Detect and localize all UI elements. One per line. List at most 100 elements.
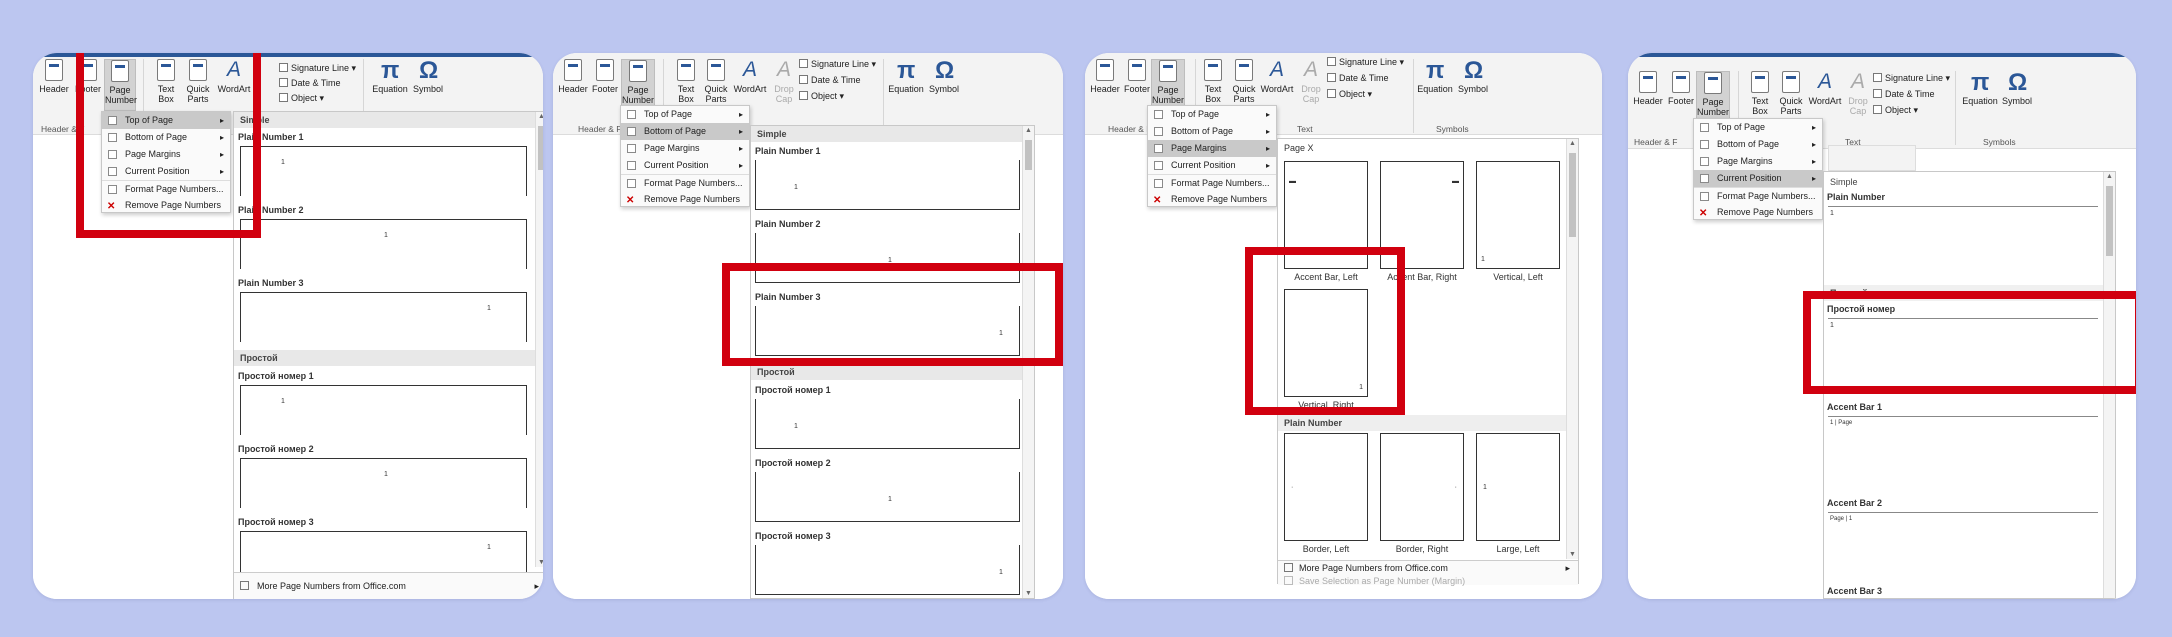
quick-parts-button[interactable]: Quick Parts: [1229, 59, 1259, 104]
menu-remove-page-numbers[interactable]: ✕ Remove Page Numbers: [1694, 204, 1822, 221]
menu-top-of-page[interactable]: Top of Page ▸: [1148, 106, 1276, 123]
page-number-button[interactable]: Page Number: [1151, 59, 1185, 111]
object-button[interactable]: Object ▾: [279, 93, 324, 104]
menu-page-margins[interactable]: Page Margins ▸: [1148, 140, 1276, 157]
equation-button[interactable]: π Equation: [887, 59, 925, 95]
format-icon: [1700, 192, 1709, 201]
gallery-item-preview[interactable]: 1: [240, 219, 527, 269]
gallery-item-preview[interactable]: 1: [240, 146, 527, 196]
menu-format-page-numbers[interactable]: Format Page Numbers...: [1148, 174, 1276, 191]
gallery-tile[interactable]: 1: [1476, 433, 1560, 541]
object-button[interactable]: Object ▾: [799, 91, 844, 102]
wordart-icon: A: [1269, 58, 1284, 81]
menu-page-margins[interactable]: Page Margins ▸: [1694, 153, 1822, 170]
gallery-item-preview[interactable]: 1: [240, 385, 527, 435]
header-button[interactable]: Header: [39, 59, 69, 94]
text-box-button[interactable]: Text Box: [1198, 59, 1228, 104]
header-icon: [45, 59, 63, 81]
page-number-button[interactable]: Page Number: [1696, 71, 1730, 123]
menu-top-of-page[interactable]: Top of Page ▸: [621, 106, 749, 123]
symbol-button[interactable]: Ω Symbol: [409, 59, 447, 95]
chevron-right-icon: ▸: [738, 127, 743, 136]
chevron-right-icon: ▸: [1265, 144, 1270, 153]
drop-cap-icon: A: [776, 58, 791, 81]
wordart-button[interactable]: A WordArt: [731, 59, 769, 95]
footer-button[interactable]: Footer: [590, 59, 620, 94]
menu-format-page-numbers[interactable]: Format Page Numbers...: [621, 174, 749, 191]
menu-remove-page-numbers[interactable]: ✕ Remove Page Numbers: [621, 191, 749, 208]
signature-line-button[interactable]: Signature Line ▾: [799, 59, 876, 70]
signature-line-button[interactable]: Signature Line ▾: [1873, 73, 1950, 84]
menu-top-of-page[interactable]: Top of Page ▸: [1694, 119, 1822, 136]
gallery-tile[interactable]: 1: [1476, 161, 1560, 269]
menu-bottom-of-page[interactable]: Bottom of Page ▸: [1148, 123, 1276, 140]
gallery-item-preview[interactable]: 1: [755, 399, 1020, 449]
signature-line-button[interactable]: Signature Line ▾: [1327, 57, 1404, 68]
save-selection-item[interactable]: Save Selection as Page Number (Margin): [1284, 576, 1465, 586]
drop-cap-button[interactable]: A Drop Cap: [769, 58, 799, 105]
office-icon: [240, 581, 249, 590]
page-number-menu: Top of Page ▸ Bottom of Page ▸ Page Margin…: [620, 105, 750, 207]
gallery-item-title: Простой номер 2: [755, 458, 831, 468]
quick-parts-button[interactable]: Quick Parts: [1776, 71, 1806, 116]
more-page-numbers-link[interactable]: More Page Numbers from Office.com: [240, 581, 406, 591]
gallery-item-preview[interactable]: 1: [755, 472, 1020, 522]
header-button[interactable]: Header: [1633, 71, 1663, 106]
menu-current-position[interactable]: Current Position ▸: [1694, 170, 1822, 187]
page-icon: [627, 110, 636, 119]
more-page-numbers-link[interactable]: More Page Numbers from Office.com: [1284, 563, 1448, 573]
quick-parts-icon: [1235, 59, 1253, 81]
date-time-button[interactable]: Date & Time: [279, 78, 341, 88]
menu-bottom-of-page[interactable]: Bottom of Page ▸: [1694, 136, 1822, 153]
date-time-button[interactable]: Date & Time: [799, 75, 861, 85]
date-time-button[interactable]: Date & Time: [1327, 73, 1389, 83]
page-number-icon: [1159, 60, 1177, 82]
chevron-right-icon: ▸: [1811, 174, 1816, 183]
drop-cap-button[interactable]: A Drop Cap: [1843, 71, 1873, 117]
menu-format-page-numbers[interactable]: Format Page Numbers...: [1694, 187, 1822, 204]
object-icon: [1327, 89, 1336, 98]
menu-current-position[interactable]: Current Position ▸: [621, 157, 749, 174]
header-button[interactable]: Header: [558, 59, 588, 94]
gallery-scrollbar[interactable]: ▲ ▼: [535, 112, 543, 567]
quick-parts-button[interactable]: Quick Parts: [701, 59, 731, 104]
page-number-gallery: Simple Plain Number 1 1 Plain Number 2 1…: [233, 111, 543, 599]
group-symbols-label: Symbols: [1983, 137, 2016, 147]
wordart-button[interactable]: A WordArt: [1806, 71, 1844, 107]
object-icon: [799, 91, 808, 100]
equation-button[interactable]: π Equation: [1416, 59, 1454, 95]
menu-remove-page-numbers[interactable]: ✕ Remove Page Numbers: [1148, 191, 1276, 208]
gallery-item-preview[interactable]: Page | 1: [1828, 512, 2098, 582]
drop-cap-button[interactable]: A Drop Cap: [1296, 59, 1326, 105]
gallery-tile[interactable]: ·: [1284, 433, 1368, 541]
gallery-item-preview[interactable]: 1: [755, 160, 1020, 210]
gallery-item-preview[interactable]: 1: [1828, 206, 2098, 276]
text-box-button[interactable]: Text Box: [1745, 71, 1775, 116]
equation-button[interactable]: π Equation: [1961, 71, 1999, 107]
menu-bottom-of-page[interactable]: Bottom of Page ▸: [621, 123, 749, 140]
gallery-item-preview[interactable]: 1: [240, 458, 527, 508]
footer-button[interactable]: Footer: [1666, 71, 1696, 106]
equation-button[interactable]: π Equation: [371, 59, 409, 95]
header-button[interactable]: Header: [1090, 59, 1120, 94]
text-box-button[interactable]: Text Box: [671, 59, 701, 104]
gallery-item-preview[interactable]: 1: [755, 545, 1020, 595]
page-number-button[interactable]: Page Number: [621, 59, 655, 111]
date-time-button[interactable]: Date & Time: [1873, 89, 1935, 99]
gallery-item-preview[interactable]: 1 | Page: [1828, 416, 2098, 486]
gallery-tile[interactable]: ·: [1380, 433, 1464, 541]
gallery-scrollbar[interactable]: ▲ ▼: [1566, 139, 1578, 559]
signature-line-button[interactable]: Signature Line ▾: [279, 63, 356, 74]
chevron-right-icon: ▸: [1811, 140, 1816, 149]
symbol-button[interactable]: Ω Symbol: [1998, 71, 2036, 107]
symbol-button[interactable]: Ω Symbol: [1454, 59, 1492, 95]
wordart-button[interactable]: A WordArt: [1258, 58, 1296, 95]
footer-button[interactable]: Footer: [1122, 59, 1152, 94]
scroll-down-icon: ▼: [1569, 551, 1576, 558]
gallery-item-preview[interactable]: 1: [240, 292, 527, 342]
menu-current-position[interactable]: Current Position ▸: [1148, 157, 1276, 174]
menu-page-margins[interactable]: Page Margins ▸: [621, 140, 749, 157]
symbol-button[interactable]: Ω Symbol: [925, 59, 963, 95]
object-button[interactable]: Object ▾: [1327, 89, 1372, 100]
object-button[interactable]: Object ▾: [1873, 105, 1918, 116]
